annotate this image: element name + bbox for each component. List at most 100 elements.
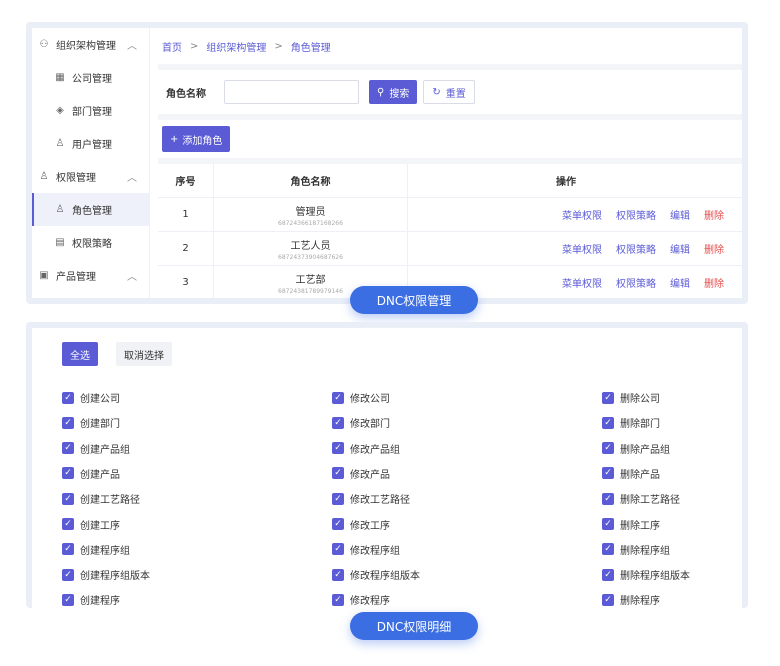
checkbox-checked-icon[interactable]: ✓ — [602, 518, 614, 530]
checkbox-checked-icon[interactable]: ✓ — [332, 543, 344, 556]
checkbox-checked-icon[interactable]: ✓ — [332, 492, 344, 505]
permission-policy-link[interactable]: 权限策略 — [616, 207, 656, 222]
permission-label: 创建产品 — [80, 469, 120, 481]
permission-checkbox-item[interactable]: ✓ 修改工序 — [332, 517, 390, 532]
checkbox-checked-icon[interactable]: ✓ — [332, 568, 344, 581]
edit-link[interactable]: 编辑 — [670, 275, 690, 290]
breadcrumb-home[interactable]: 首页 — [162, 39, 182, 54]
chevron-up-icon: ︿ — [127, 173, 137, 184]
permission-checkbox-item[interactable]: ✓ 创建产品组 — [62, 441, 130, 456]
permission-checkbox-item[interactable]: ✓ 修改产品组 — [332, 441, 400, 456]
permission-checkbox-item[interactable]: ✓ 删除工艺路径 — [602, 491, 680, 506]
checkbox-checked-icon[interactable]: ✓ — [332, 442, 344, 455]
checkbox-checked-icon[interactable]: ✓ — [62, 568, 74, 581]
delete-link[interactable]: 删除 — [704, 207, 724, 222]
permission-label: 修改程序组 — [350, 545, 400, 557]
permission-checkbox-item[interactable]: ✓ 创建工艺路径 — [62, 491, 140, 506]
permission-label: 删除产品组 — [620, 444, 670, 456]
delete-link[interactable]: 删除 — [704, 275, 724, 290]
checkbox-checked-icon[interactable]: ✓ — [62, 467, 74, 480]
checkbox-checked-icon[interactable]: ✓ — [62, 543, 74, 556]
permission-checkbox-item[interactable]: ✓ 创建公司 — [62, 390, 120, 405]
permission-checkbox-item[interactable]: ✓ 删除部门 — [602, 415, 660, 430]
permission-policy-link[interactable]: 权限策略 — [616, 275, 656, 290]
edit-link[interactable]: 编辑 — [670, 241, 690, 256]
checkbox-checked-icon[interactable]: ✓ — [332, 391, 344, 404]
checkbox-checked-icon[interactable]: ✓ — [62, 492, 74, 505]
sidebar-group-permission[interactable]: ♙ 权限管理 ︿ — [32, 160, 149, 193]
permission-policy-link[interactable]: 权限策略 — [616, 241, 656, 256]
delete-link[interactable]: 删除 — [704, 241, 724, 256]
permission-checkbox-item[interactable]: ✓ 修改产品 — [332, 466, 390, 481]
add-role-button[interactable]: + 添加角色 — [162, 126, 231, 152]
sidebar-item-label: 部门管理 — [72, 107, 112, 118]
checkbox-checked-icon[interactable]: ✓ — [62, 416, 74, 429]
reset-button[interactable]: ↻ 重置 — [423, 80, 475, 104]
checkbox-checked-icon[interactable]: ✓ — [62, 391, 74, 404]
header-name: 角色名称 — [214, 164, 408, 197]
table-header: 序号 角色名称 操作 — [158, 164, 742, 198]
checkbox-checked-icon[interactable]: ✓ — [602, 442, 614, 455]
row-index: 1 — [158, 198, 214, 231]
select-all-button[interactable]: 全选 — [62, 342, 98, 366]
permission-checkbox-item[interactable]: ✓ 删除产品组 — [602, 441, 670, 456]
permission-checkbox-item[interactable]: ✓ 创建程序组 — [62, 542, 130, 557]
permission-checkbox-item[interactable]: ✓ 修改公司 — [332, 390, 390, 405]
sidebar-item-role[interactable]: ♙ 角色管理 — [32, 193, 149, 226]
sidebar-group-product[interactable]: ▣ 产品管理 ︿ — [32, 259, 149, 292]
breadcrumb: 首页 > 组织架构管理 > 角色管理 — [158, 28, 742, 64]
permission-checkbox-item[interactable]: ✓ 修改程序 — [332, 592, 390, 607]
permission-checkbox-item[interactable]: ✓ 修改工艺路径 — [332, 491, 410, 506]
checkbox-checked-icon[interactable]: ✓ — [602, 467, 614, 480]
menu-permission-link[interactable]: 菜单权限 — [562, 241, 602, 256]
permission-checkbox-item[interactable]: ✓ 创建工序 — [62, 517, 120, 532]
sidebar-group-org[interactable]: ⚇ 组织架构管理 ︿ — [32, 28, 149, 61]
permission-checkbox-item[interactable]: ✓ 删除产品 — [602, 466, 660, 481]
checkbox-checked-icon[interactable]: ✓ — [332, 593, 344, 606]
chevron-right-icon: > — [274, 40, 283, 52]
permission-checkbox-item[interactable]: ✓ 删除公司 — [602, 390, 660, 405]
role-name: 工艺人员 — [290, 240, 331, 252]
checkbox-checked-icon[interactable]: ✓ — [62, 518, 74, 530]
checkbox-checked-icon[interactable]: ✓ — [602, 593, 614, 606]
checkbox-checked-icon[interactable]: ✓ — [62, 442, 74, 455]
checkbox-checked-icon[interactable]: ✓ — [332, 518, 344, 530]
sidebar-item-user[interactable]: ♙ 用户管理 — [32, 127, 149, 160]
menu-permission-link[interactable]: 菜单权限 — [562, 207, 602, 222]
permission-checkbox-item[interactable]: ✓ 删除程序组 — [602, 542, 670, 557]
product-icon: ▣ — [39, 269, 49, 281]
permission-checkbox-item[interactable]: ✓ 创建程序组版本 — [62, 567, 150, 582]
checkbox-checked-icon[interactable]: ✓ — [602, 492, 614, 505]
cancel-select-button[interactable]: 取消选择 — [116, 342, 172, 366]
sidebar-item-policy[interactable]: ▤ 权限策略 — [32, 226, 149, 259]
checkbox-checked-icon[interactable]: ✓ — [62, 593, 74, 606]
breadcrumb-org[interactable]: 组织架构管理 — [206, 39, 266, 54]
permission-checkbox-item[interactable]: ✓ 删除程序 — [602, 592, 660, 607]
sidebar-item-department[interactable]: ◈ 部门管理 — [32, 94, 149, 127]
permission-label: 创建程序组版本 — [80, 571, 150, 583]
permission-checkbox-item[interactable]: ✓ 创建产品 — [62, 466, 120, 481]
permission-checkbox-item[interactable]: ✓ 创建部门 — [62, 415, 120, 430]
role-name-input[interactable] — [224, 80, 359, 104]
checkbox-checked-icon[interactable]: ✓ — [602, 416, 614, 429]
role-id: 68724366187168266 — [278, 219, 343, 227]
permission-label: 修改部门 — [350, 419, 390, 431]
permission-checkbox-item[interactable]: ✓ 修改部门 — [332, 415, 390, 430]
permission-checkbox-item[interactable]: ✓ 修改程序组 — [332, 542, 400, 557]
checkbox-checked-icon[interactable]: ✓ — [602, 568, 614, 581]
checkbox-checked-icon[interactable]: ✓ — [602, 543, 614, 556]
menu-permission-link[interactable]: 菜单权限 — [562, 275, 602, 290]
permission-checkbox-item[interactable]: ✓ 删除程序组版本 — [602, 567, 690, 582]
sidebar-item-company[interactable]: ▦ 公司管理 — [32, 61, 149, 94]
checkbox-checked-icon[interactable]: ✓ — [332, 467, 344, 480]
permission-checkbox-item[interactable]: ✓ 修改程序组版本 — [332, 567, 420, 582]
permission-checkbox-item[interactable]: ✓ 删除工序 — [602, 517, 660, 532]
checkbox-checked-icon[interactable]: ✓ — [332, 416, 344, 429]
permission-checkbox-item[interactable]: ✓ 创建程序 — [62, 592, 120, 607]
permission-label: 删除工序 — [620, 520, 660, 532]
edit-link[interactable]: 编辑 — [670, 207, 690, 222]
checkbox-checked-icon[interactable]: ✓ — [602, 391, 614, 404]
permission-label: 修改产品 — [350, 469, 390, 481]
row-index: 3 — [158, 266, 214, 298]
search-button[interactable]: ⚲ 搜索 — [369, 80, 418, 104]
